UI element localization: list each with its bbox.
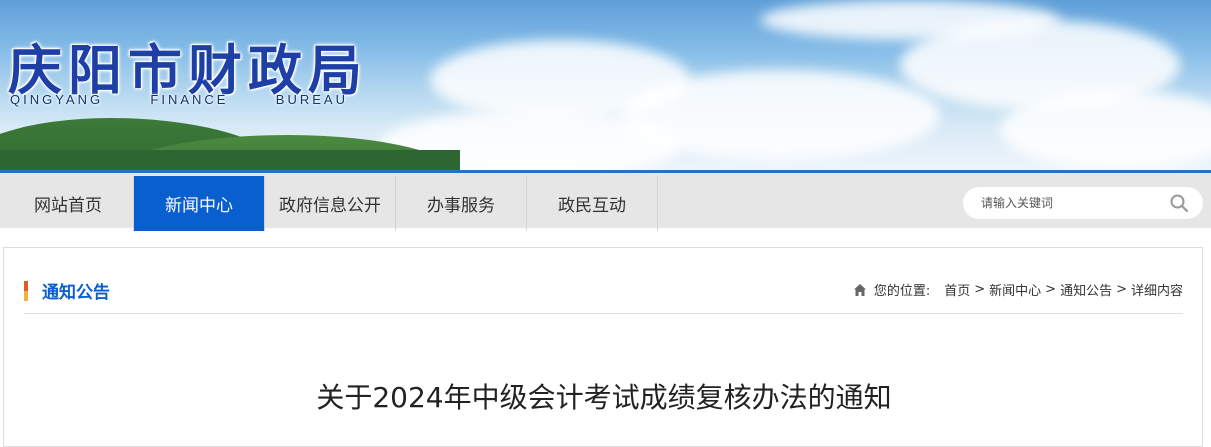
article-title: 关于2024年中级会计考试成绩复核办法的通知	[316, 381, 892, 414]
content-panel: 通知公告 您的位置: 首页 > 新闻中心 > 通知公告 > 详细内容 关于202…	[3, 247, 1203, 447]
nav-item-interaction[interactable]: 政民互动	[527, 176, 658, 231]
main-nav: 网站首页 新闻中心 政府信息公开 办事服务 政民互动	[0, 170, 1211, 231]
search-box	[963, 187, 1203, 219]
breadcrumb-separator: >	[974, 282, 986, 297]
home-icon	[853, 283, 866, 296]
search-input[interactable]	[981, 196, 1161, 210]
header-banner: 庆阳市财政局 QINGYANG FINANCE BUREAU	[0, 0, 1211, 170]
section-marker	[24, 281, 28, 301]
nav-item-services[interactable]: 办事服务	[396, 176, 527, 231]
breadcrumb-label: 您的位置:	[873, 284, 931, 299]
breadcrumb-item-notices[interactable]: 通知公告	[1060, 280, 1112, 299]
breadcrumb-item-news[interactable]: 新闻中心	[989, 280, 1041, 299]
subtitle-word: FINANCE	[150, 92, 229, 107]
nav-item-home[interactable]: 网站首页	[3, 176, 134, 231]
breadcrumb-separator: >	[1045, 282, 1057, 297]
section-header: 通知公告 您的位置: 首页 > 新闻中心 > 通知公告 > 详细内容	[24, 272, 1183, 314]
breadcrumb: 您的位置: 首页 > 新闻中心 > 通知公告 > 详细内容	[853, 280, 1183, 299]
banner-cloud	[1000, 90, 1211, 170]
subtitle-word: BUREAU	[275, 92, 348, 107]
search-icon[interactable]	[1169, 193, 1189, 213]
site-subtitle: QINGYANG FINANCE BUREAU	[10, 92, 348, 107]
section-title[interactable]: 通知公告	[42, 278, 110, 303]
banner-cloud	[760, 0, 1060, 40]
breadcrumb-item-home[interactable]: 首页	[944, 280, 970, 299]
subtitle-word: QINGYANG	[10, 92, 104, 107]
nav-item-gov-info[interactable]: 政府信息公开	[265, 176, 396, 231]
nav-item-news[interactable]: 新闻中心	[134, 176, 265, 231]
breadcrumb-separator: >	[1116, 282, 1127, 297]
banner-hill	[0, 150, 460, 170]
breadcrumb-item-detail: 详细内容	[1130, 284, 1183, 299]
